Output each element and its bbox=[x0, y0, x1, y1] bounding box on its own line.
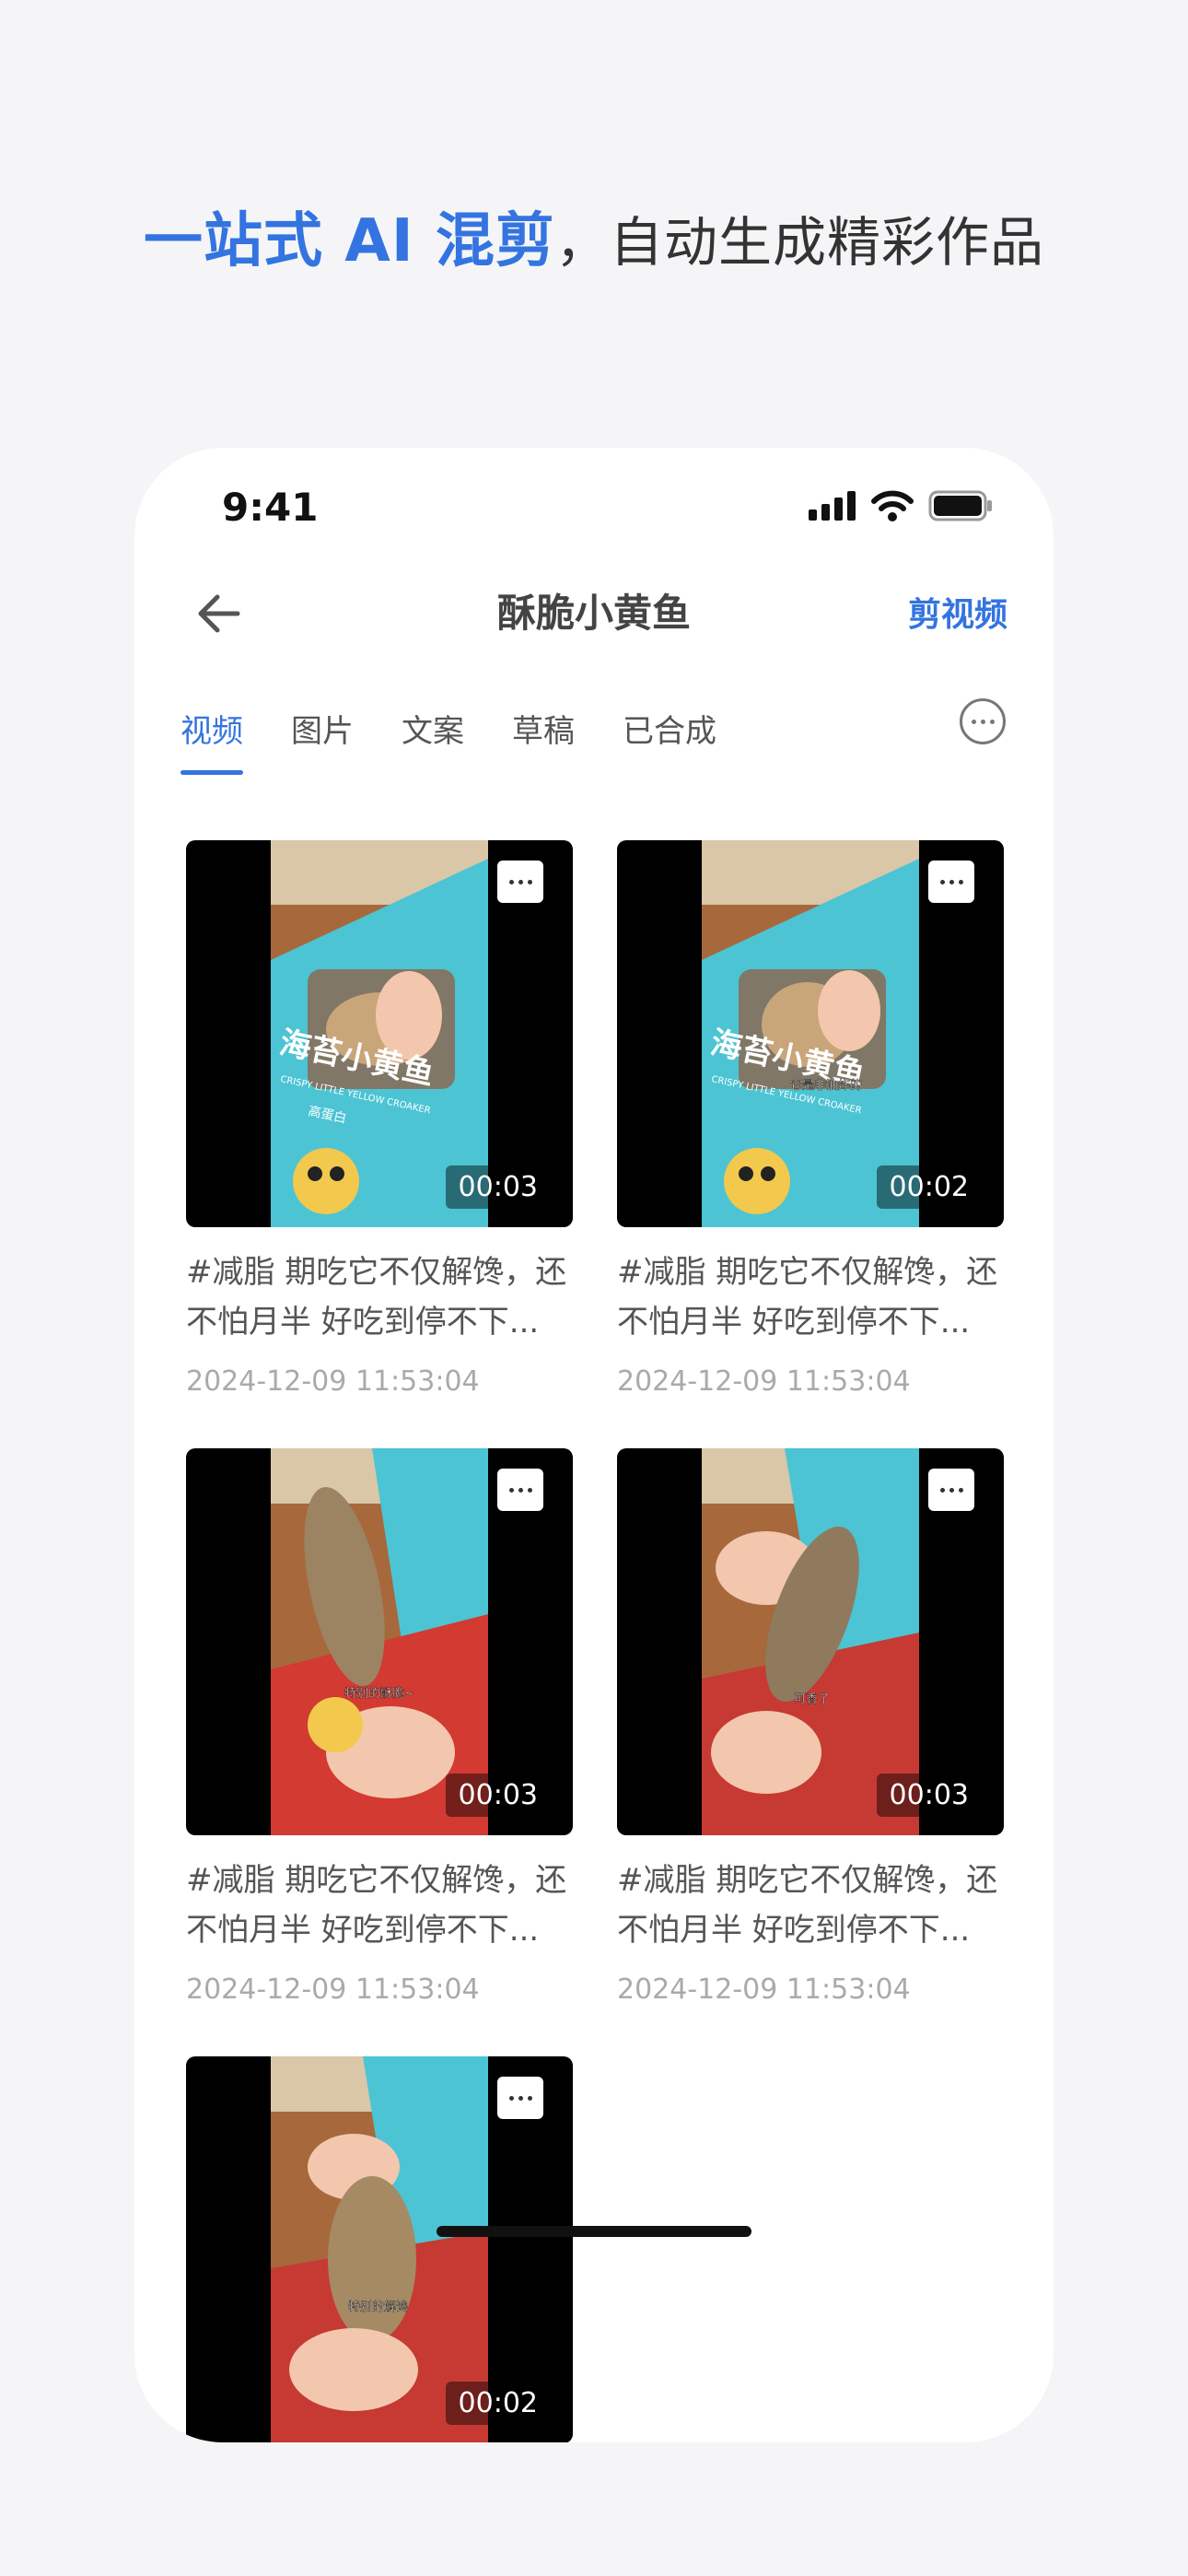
video-thumbnail[interactable]: 海苔小黄鱼 CRISPY LITTLE YELLOW CROAKER 它是非油炸… bbox=[617, 840, 1004, 1227]
tab-videos[interactable]: 视频 bbox=[181, 706, 243, 775]
more-dots-icon[interactable] bbox=[497, 2077, 543, 2119]
video-card[interactable]: 特别的酥脆~ 00:03 #减脂 期吃它不仅解馋，还不怕月半 好吃到停不下...… bbox=[186, 1448, 573, 2006]
tab-images[interactable]: 图片 bbox=[291, 706, 354, 775]
video-caption: #减脂 期吃它不仅解馋，还不怕月半 好吃到停不下... bbox=[186, 1862, 567, 1949]
video-subtitle: 可香了 bbox=[794, 1692, 830, 1706]
video-duration: 00:02 bbox=[445, 2382, 551, 2425]
battery-icon bbox=[928, 490, 992, 521]
status-icons bbox=[809, 490, 993, 521]
more-dots-icon[interactable] bbox=[497, 1469, 543, 1511]
tab-composed[interactable]: 已合成 bbox=[623, 706, 716, 775]
video-card[interactable]: 海苔小黄鱼 CRISPY LITTLE YELLOW CROAKER 它是非油炸… bbox=[617, 840, 1004, 1398]
video-subtitle: 它是非油炸的 bbox=[790, 1078, 862, 1093]
video-timestamp: 2024-12-09 11:53:04 bbox=[186, 1973, 480, 2006]
edit-video-button[interactable]: 剪视频 bbox=[908, 588, 1007, 636]
video-thumbnail[interactable]: 可香了 00:03 bbox=[617, 1448, 1004, 1835]
tab-bar: 视频 图片 文案 草稿 已合成 bbox=[181, 706, 716, 775]
promo-headline: 一站式 AI 混剪，自动生成精彩作品 bbox=[0, 193, 1188, 278]
video-duration: 00:03 bbox=[876, 1774, 982, 1817]
video-caption: #减脂 期吃它不仅解馋，还不怕月半 好吃到停不下... bbox=[617, 1254, 998, 1341]
headline-accent: 一站式 AI 混剪 bbox=[144, 207, 555, 275]
video-card[interactable]: 可香了 00:03 #减脂 期吃它不仅解馋，还不怕月半 好吃到停不下... 20… bbox=[617, 1448, 1004, 2006]
video-thumbnail[interactable]: 海苔小黄鱼 CRISPY LITTLE YELLOW CROAKER 高蛋白 0… bbox=[186, 840, 573, 1227]
video-timestamp: 2024-12-09 11:53:04 bbox=[186, 1365, 480, 1398]
more-dots-icon[interactable] bbox=[928, 1469, 974, 1511]
tab-copywriting[interactable]: 文案 bbox=[402, 706, 464, 775]
more-dots-icon[interactable] bbox=[497, 861, 543, 903]
tab-drafts[interactable]: 草稿 bbox=[512, 706, 575, 775]
more-circle-icon[interactable] bbox=[960, 698, 1006, 744]
video-duration: 00:02 bbox=[876, 1165, 982, 1209]
more-dots-icon[interactable] bbox=[928, 861, 974, 903]
home-indicator bbox=[437, 2226, 751, 2237]
signal-icon bbox=[809, 491, 856, 521]
video-caption: #减脂 期吃它不仅解馋，还不怕月半 好吃到停不下... bbox=[617, 1862, 998, 1949]
wifi-icon bbox=[871, 490, 914, 521]
video-card[interactable]: 特别的解馋 00:02 bbox=[186, 2056, 573, 2442]
video-card[interactable]: 海苔小黄鱼 CRISPY LITTLE YELLOW CROAKER 高蛋白 0… bbox=[186, 840, 573, 1398]
video-subtitle: 特别的酥脆~ bbox=[344, 1686, 414, 1701]
video-duration: 00:03 bbox=[445, 1774, 551, 1817]
video-caption: #减脂 期吃它不仅解馋，还不怕月半 好吃到停不下... bbox=[186, 1254, 567, 1341]
video-timestamp: 2024-12-09 11:53:04 bbox=[617, 1973, 911, 2006]
phone-frame: 9:41 酥脆小黄鱼 剪视频 视频 图片 文案 草稿 已合成 海苔小黄鱼 CRI… bbox=[134, 448, 1054, 2442]
video-subtitle: 特别的解馋 bbox=[348, 2300, 408, 2314]
status-time: 9:41 bbox=[222, 485, 319, 530]
video-timestamp: 2024-12-09 11:53:04 bbox=[617, 1365, 911, 1398]
video-thumbnail[interactable]: 特别的解馋 00:02 bbox=[186, 2056, 573, 2442]
headline-rest: ，自动生成精彩作品 bbox=[554, 211, 1044, 274]
video-duration: 00:03 bbox=[445, 1165, 551, 1209]
video-thumbnail[interactable]: 特别的酥脆~ 00:03 bbox=[186, 1448, 573, 1835]
